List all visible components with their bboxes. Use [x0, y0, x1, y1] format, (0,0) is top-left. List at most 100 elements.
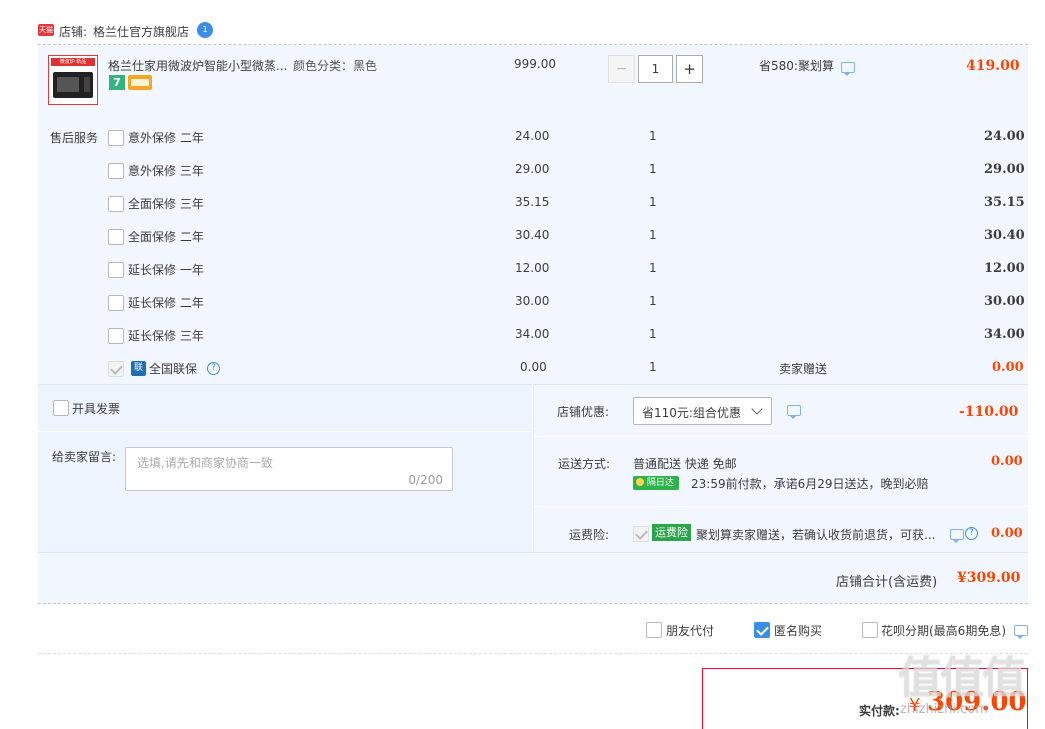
service-qty: 1 — [649, 195, 657, 209]
service-price: 34.00 — [515, 327, 550, 341]
invoice-checkbox[interactable] — [53, 400, 69, 416]
lianbao-name: 全国联保 — [149, 362, 198, 376]
store-name[interactable]: 格兰仕官方旗舰店 — [93, 23, 189, 40]
service-name: 延长保修 一年 — [128, 263, 204, 277]
freight-insurance-checkbox — [633, 526, 649, 542]
plus-button[interactable]: + — [676, 55, 703, 83]
service-checkbox[interactable] — [108, 196, 124, 212]
huabei-label: 花呗分期(最高6期免息) — [881, 624, 1006, 638]
service-total: 34.00 — [984, 327, 1025, 342]
store-discount-select[interactable]: 省110元:组合优惠 — [633, 397, 772, 425]
product-sku: 颜色分类：黑色 — [293, 59, 378, 73]
microwave-image — [53, 72, 93, 98]
chevron-down-icon — [751, 403, 763, 415]
help-icon[interactable]: ? — [207, 362, 220, 375]
message-label: 给卖家留言: — [52, 450, 117, 464]
quantity-input[interactable]: 1 — [638, 55, 673, 83]
anonymous-checkbox[interactable] — [754, 622, 770, 638]
product-thumbnail[interactable]: 微波炉 新品 — [48, 55, 98, 105]
shipping-amount: 0.00 — [991, 454, 1023, 469]
service-qty: 1 — [649, 129, 657, 143]
service-checkbox[interactable] — [108, 295, 124, 311]
quantity-stepper: − 1 + — [608, 55, 704, 83]
store-discount-amount: -110.00 — [959, 404, 1019, 420]
watermark-logo: 值值值 — [898, 653, 1026, 704]
lianbao-checkbox — [108, 361, 124, 377]
help-icon[interactable]: ? — [965, 527, 978, 540]
freight-insurance-label: 运费险: — [569, 528, 610, 542]
service-checkbox[interactable] — [108, 328, 124, 344]
service-checkbox[interactable] — [108, 163, 124, 179]
service-total: 35.15 — [984, 195, 1025, 210]
invoice-label: 开具发票 — [72, 402, 121, 416]
service-name: 延长保修 三年 — [128, 329, 204, 343]
service-total: 12.00 — [984, 261, 1025, 276]
seven-day-return-icon: 7 — [109, 75, 125, 90]
next-day-label: 隔日达 — [646, 478, 674, 488]
service-checkbox[interactable] — [108, 229, 124, 245]
service-total: 30.00 — [984, 294, 1025, 309]
service-name: 延长保修 二年 — [128, 296, 204, 310]
after-sale-label: 售后服务 — [50, 131, 99, 145]
store-total-amount: ¥309.00 — [957, 570, 1021, 586]
service-qty: 1 — [649, 228, 657, 242]
freight-insurance-amount: 0.00 — [991, 526, 1023, 541]
thumb-caption: 微波炉 新品 — [51, 58, 95, 66]
service-price: 30.40 — [515, 228, 550, 242]
lianbao-qty: 1 — [649, 360, 657, 374]
huabei-info-icon[interactable] — [1014, 625, 1028, 639]
friend-pay-label: 朋友代付 — [666, 624, 715, 638]
store-total-label: 店铺合计(含运费) — [836, 575, 938, 590]
service-name: 全面保修 二年 — [128, 230, 204, 244]
promo-info-icon[interactable] — [841, 62, 855, 76]
service-price: 12.00 — [515, 261, 550, 275]
card-payment-icon — [128, 75, 152, 90]
lianbao-total: 0.00 — [992, 360, 1024, 375]
freight-insurance-text: 聚划算卖家赠送，若确认收货前退货，可获... — [696, 528, 936, 542]
next-day-badge: 隔日达 — [633, 476, 679, 490]
service-total: 30.40 — [984, 228, 1025, 243]
service-qty: 1 — [649, 162, 657, 176]
store-discount-value: 省110元:组合优惠 — [642, 406, 741, 420]
service-checkbox[interactable] — [108, 262, 124, 278]
service-name: 意外保修 二年 — [128, 131, 204, 145]
lianbao-note: 卖家赠送 — [779, 362, 828, 376]
divider — [38, 431, 532, 432]
service-name: 全面保修 三年 — [128, 197, 204, 211]
friend-pay-checkbox[interactable] — [646, 622, 662, 638]
service-qty: 1 — [649, 327, 657, 341]
discount-info-icon[interactable] — [787, 405, 801, 419]
divider — [534, 506, 1028, 507]
payment-label: 实付款: — [859, 704, 900, 718]
wangwang-chat-icon[interactable]: 1 — [197, 22, 213, 38]
delivery-promise: 23:59前付款，承诺6月29日送达，晚到必赔 — [691, 477, 929, 491]
huabei-checkbox[interactable] — [862, 622, 878, 638]
anonymous-label: 匿名购买 — [774, 624, 823, 638]
lianbao-icon: 联 — [131, 361, 146, 376]
watermark-url: zhizhizhi.com — [900, 702, 988, 717]
shipping-method: 普通配送 快递 免邮 — [633, 457, 737, 471]
store-discount-label: 店铺优惠: — [557, 405, 610, 419]
shipping-label: 运送方式: — [558, 457, 611, 471]
store-label: 店铺: — [59, 25, 88, 39]
freight-insurance-badge: 运费险 — [652, 524, 691, 541]
minus-button[interactable]: − — [608, 55, 635, 83]
service-total: 24.00 — [984, 129, 1025, 144]
promo-label: 省580:聚划算 — [759, 59, 834, 73]
service-checkbox[interactable] — [108, 130, 124, 146]
tmall-badge: 天猫 — [38, 24, 54, 36]
message-textarea[interactable]: 选填,请先和商家协商一致 0/200 — [125, 447, 453, 491]
product-title[interactable]: 格兰仕家用微波炉智能小型微蒸... — [108, 57, 288, 74]
service-price: 29.00 — [515, 162, 550, 176]
service-price: 30.00 — [515, 294, 550, 308]
divider — [534, 436, 1028, 437]
product-subtotal: 419.00 — [966, 58, 1020, 74]
service-qty: 1 — [649, 261, 657, 275]
lianbao-price: 0.00 — [520, 360, 547, 374]
service-qty: 1 — [649, 294, 657, 308]
divider — [38, 653, 1028, 654]
insurance-info-icon[interactable] — [950, 529, 964, 543]
service-price: 35.15 — [515, 195, 550, 209]
clock-icon — [636, 478, 644, 486]
message-placeholder: 选填,请先和商家协商一致 — [137, 456, 273, 470]
